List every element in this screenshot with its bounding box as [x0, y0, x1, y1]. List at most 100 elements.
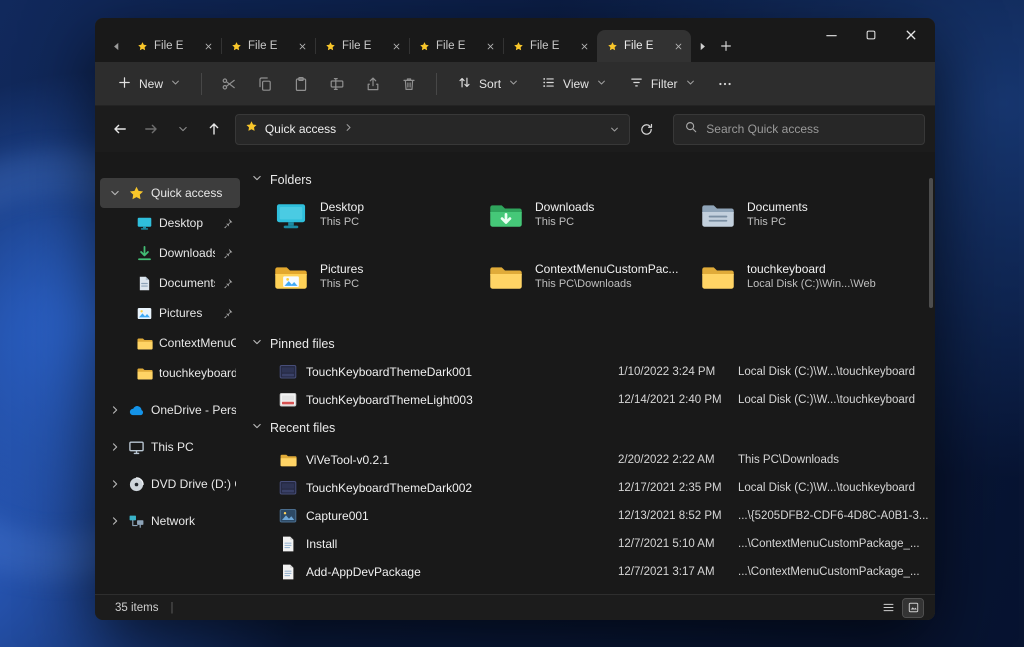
collapse-chevron-icon[interactable]: [108, 187, 122, 199]
collapse-chevron-icon[interactable]: [251, 172, 263, 187]
folder-icon: [700, 260, 736, 296]
explorer-tab[interactable]: File E: [127, 30, 221, 62]
tab-title: File E: [342, 40, 382, 52]
file-row-vivetool-v0-2-1[interactable]: ViVeTool-v0.2.1 2/20/2022 2:22 AM This P…: [245, 446, 935, 474]
up-button[interactable]: [199, 114, 228, 144]
sidebar-item-network[interactable]: Network: [100, 506, 240, 536]
folder-tile-documents[interactable]: Documents This PC: [700, 198, 905, 260]
sidebar-item-onedrive-personal[interactable]: OneDrive - Personal: [100, 395, 240, 425]
explorer-tab[interactable]: File E: [315, 30, 409, 62]
folder-tile-desktop[interactable]: Desktop This PC: [273, 198, 478, 260]
new-tab-button[interactable]: [713, 30, 739, 62]
sidebar-item-contextmenucust[interactable]: ContextMenuCust: [100, 328, 240, 358]
sidebar-item-downloads[interactable]: Downloads: [100, 238, 240, 268]
explorer-tab[interactable]: File E: [409, 30, 503, 62]
folder-location: This PC: [320, 278, 363, 290]
expand-chevron-icon[interactable]: [108, 441, 122, 453]
back-button[interactable]: [105, 114, 134, 144]
tab-close-icon[interactable]: [294, 38, 310, 54]
image-light-icon: [279, 391, 299, 409]
folder-tile-text: Documents This PC: [747, 198, 808, 228]
explorer-tab[interactable]: File E: [221, 30, 315, 62]
folder-tile-pictures[interactable]: Pictures This PC: [273, 260, 478, 322]
recent-locations-chevron-icon[interactable]: [168, 114, 197, 144]
sidebar-item-documents[interactable]: Documents: [100, 268, 240, 298]
details-view-button[interactable]: [878, 599, 898, 617]
sidebar-item-label: ContextMenuCust: [159, 336, 236, 350]
pin-icon: [221, 247, 236, 260]
minimize-button[interactable]: [811, 20, 851, 50]
window-controls: [811, 20, 931, 50]
file-location: Local Disk (C:)\W...\touchkeyboard: [738, 482, 935, 494]
sidebar-item-touchkeyboard[interactable]: touchkeyboard: [100, 358, 240, 388]
tab-scroll-right-button[interactable]: [691, 30, 713, 62]
more-options-button[interactable]: [708, 69, 742, 99]
search-box[interactable]: Search Quick access: [673, 114, 925, 145]
pin-icon: [221, 217, 236, 230]
maximize-button[interactable]: [851, 20, 891, 50]
paste-button[interactable]: [284, 69, 318, 99]
file-date: 12/7/2021 5:10 AM: [618, 538, 738, 550]
folder-tile-touchkeyboard[interactable]: touchkeyboard Local Disk (C:)\Win...\Web: [700, 260, 905, 322]
search-icon: [684, 120, 698, 139]
file-row-install[interactable]: Install 12/7/2021 5:10 AM ...\ContextMen…: [245, 530, 935, 558]
filter-button[interactable]: Filter: [619, 68, 706, 100]
tab-close-icon[interactable]: [388, 38, 404, 54]
sort-button[interactable]: Sort: [447, 68, 529, 100]
sidebar-item-quick-access[interactable]: Quick access: [100, 178, 240, 208]
address-dropdown-chevron-icon[interactable]: [609, 124, 620, 135]
sidebar-item-pictures[interactable]: Pictures: [100, 298, 240, 328]
command-bar: New Sort View Filter: [95, 62, 935, 106]
scrollbar-thumb[interactable]: [929, 178, 933, 308]
expand-chevron-icon[interactable]: [108, 404, 122, 416]
breadcrumb[interactable]: Quick access: [265, 122, 336, 136]
sidebar-item-dvd-drive-d-ccc[interactable]: DVD Drive (D:) CCC: [100, 469, 240, 499]
collapse-chevron-icon[interactable]: [251, 336, 263, 351]
share-button[interactable]: [356, 69, 390, 99]
search-placeholder: Search Quick access: [706, 122, 819, 136]
large-icons-view-button[interactable]: [903, 599, 923, 617]
tab-scroll-left-button[interactable]: [105, 30, 127, 62]
view-toggle-group: [878, 599, 923, 617]
file-row-touchkeyboardthemelight003[interactable]: TouchKeyboardThemeLight003 12/14/2021 2:…: [245, 386, 935, 414]
folder-tile-text: Downloads This PC: [535, 198, 594, 228]
tab-close-icon[interactable]: [670, 38, 686, 54]
section-header-recent-files[interactable]: Recent files: [251, 420, 335, 435]
sort-button-label: Sort: [479, 77, 501, 91]
address-bar[interactable]: Quick access: [235, 114, 630, 145]
folder-icon: [488, 260, 524, 296]
tab-close-icon[interactable]: [482, 38, 498, 54]
file-row-touchkeyboardthemedark002[interactable]: TouchKeyboardThemeDark002 12/17/2021 2:3…: [245, 474, 935, 502]
expand-chevron-icon[interactable]: [108, 515, 122, 527]
sidebar-item-desktop[interactable]: Desktop: [100, 208, 240, 238]
file-row-touchkeyboardthemedark001[interactable]: TouchKeyboardThemeDark001 1/10/2022 3:24…: [245, 358, 935, 386]
file-row-add-appdevpackage[interactable]: Add-AppDevPackage 12/7/2021 3:17 AM ...\…: [245, 558, 935, 586]
tab-close-icon[interactable]: [576, 38, 592, 54]
section-header-pinned-files[interactable]: Pinned files: [251, 336, 335, 351]
refresh-button[interactable]: [632, 114, 661, 144]
close-button[interactable]: [891, 20, 931, 50]
tab-favicon-star-icon: [607, 41, 618, 52]
expand-chevron-icon[interactable]: [108, 478, 122, 490]
new-button[interactable]: New: [107, 68, 191, 100]
folder-tile-contextmenucustompac[interactable]: ContextMenuCustomPac... This PC\Download…: [488, 260, 693, 322]
folder-tile-downloads[interactable]: Downloads This PC: [488, 198, 693, 260]
cut-button[interactable]: [212, 69, 246, 99]
tab-title: File E: [154, 40, 194, 52]
sidebar-item-this-pc[interactable]: This PC: [100, 432, 240, 462]
file-row-capture001[interactable]: Capture001 12/13/2021 8:52 PM ...\{5205D…: [245, 502, 935, 530]
delete-button[interactable]: [392, 69, 426, 99]
view-button[interactable]: View: [531, 68, 617, 100]
rename-button[interactable]: [320, 69, 354, 99]
forward-button[interactable]: [136, 114, 165, 144]
folder-location: This PC\Downloads: [535, 278, 678, 290]
collapse-chevron-icon[interactable]: [251, 420, 263, 435]
breadcrumb-chevron-icon[interactable]: [343, 120, 354, 138]
plus-icon: [117, 75, 132, 93]
explorer-tab[interactable]: File E: [503, 30, 597, 62]
explorer-tab-active[interactable]: File E: [597, 30, 691, 62]
file-date: 1/10/2022 3:24 PM: [618, 366, 738, 378]
tab-close-icon[interactable]: [200, 38, 216, 54]
section-header-folders[interactable]: Folders: [251, 172, 312, 187]
copy-button[interactable]: [248, 69, 282, 99]
